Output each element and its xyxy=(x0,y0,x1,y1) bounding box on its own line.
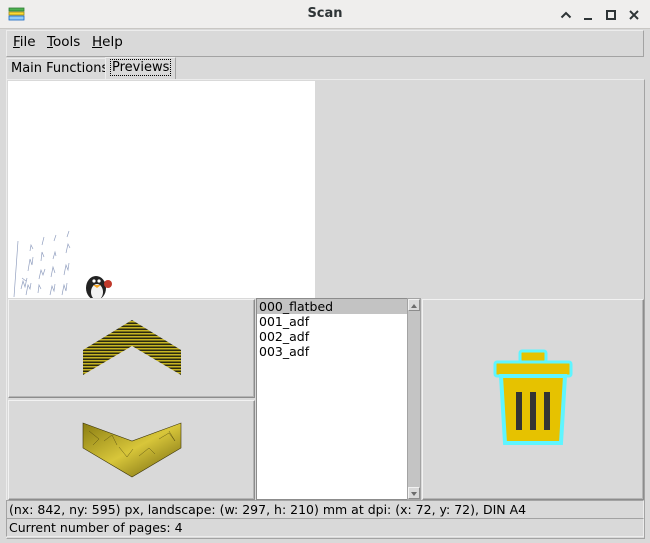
page-dimensions-status: (nx: 842, ny: 595) px, landscape: (w: 29… xyxy=(6,500,644,519)
chevron-down-icon xyxy=(82,422,182,478)
minimize-window-button[interactable] xyxy=(578,5,598,25)
scan-preview-image xyxy=(8,81,315,298)
chevron-up-icon xyxy=(83,320,181,375)
tab-main-functions[interactable]: Main Functions xyxy=(6,58,114,79)
menu-tools[interactable]: Tools xyxy=(47,34,80,50)
move-page-up-button[interactable] xyxy=(8,299,255,398)
scroll-up-button[interactable] xyxy=(408,299,420,311)
menu-tools-label: ools xyxy=(52,34,81,50)
list-item[interactable]: 003_adf xyxy=(257,344,407,359)
menu-help-mnemonic: H xyxy=(92,34,103,50)
close-icon xyxy=(629,10,639,20)
tab-previews-label: Previews xyxy=(110,59,172,76)
minimize-icon xyxy=(584,18,592,20)
menu-file[interactable]: File xyxy=(13,34,36,50)
delete-page-button[interactable] xyxy=(422,299,644,500)
page-list[interactable]: 000_flatbed 001_adf 002_adf 003_adf xyxy=(256,298,408,500)
menu-help-label: elp xyxy=(102,34,123,50)
title-bar: Scan xyxy=(0,0,650,29)
list-item[interactable]: 000_flatbed xyxy=(257,299,407,314)
scroll-down-arrow-icon xyxy=(411,492,417,496)
window-title: Scan xyxy=(307,6,343,21)
maximize-button[interactable] xyxy=(601,5,621,25)
menu-bar: File Tools Help xyxy=(6,30,644,57)
move-page-down-button[interactable] xyxy=(8,400,255,500)
menu-file-label: ile xyxy=(19,34,36,50)
menu-file-mnemonic: F xyxy=(13,34,20,50)
list-item[interactable]: 002_adf xyxy=(257,329,407,344)
scroll-up-arrow-icon xyxy=(411,304,417,308)
maximize-icon xyxy=(606,10,616,20)
tab-main-functions-label: Main Functions xyxy=(11,61,109,76)
close-button[interactable] xyxy=(624,5,644,25)
page-list-scrollbar[interactable] xyxy=(407,298,421,500)
chevron-up-icon xyxy=(560,11,572,19)
scroll-down-button[interactable] xyxy=(408,487,420,499)
menu-help[interactable]: Help xyxy=(92,34,123,50)
list-item[interactable]: 001_adf xyxy=(257,314,407,329)
tab-previews[interactable]: Previews xyxy=(105,57,177,80)
page-count-status: Current number of pages: 4 xyxy=(6,518,644,537)
minimize-button[interactable] xyxy=(556,5,576,25)
trash-icon xyxy=(493,349,573,445)
preview-background xyxy=(315,81,644,298)
